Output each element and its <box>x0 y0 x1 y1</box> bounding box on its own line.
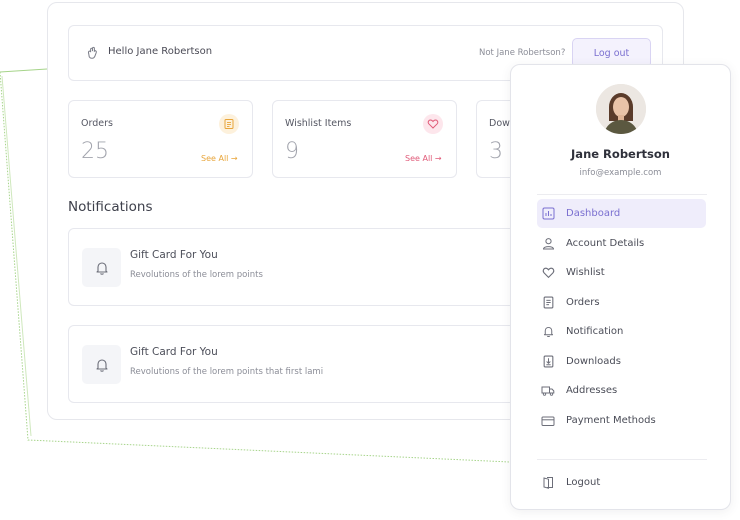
sidebar-item-notification[interactable]: Notification <box>537 317 706 346</box>
notification-title: Gift Card For You <box>130 346 218 358</box>
see-all-link[interactable]: See All → <box>405 154 442 163</box>
logout-icon <box>541 476 555 490</box>
stat-label: Dow <box>489 118 510 129</box>
sidebar-item-label: Downloads <box>566 356 621 367</box>
notification-item[interactable]: Gift Card For You Revolutions of the lor… <box>68 228 538 306</box>
bell-icon <box>541 325 555 339</box>
sidebar-item-orders[interactable]: Orders <box>537 288 706 317</box>
sidebar-item-label: Notification <box>566 326 624 337</box>
divider <box>537 459 707 460</box>
user-icon <box>541 237 555 251</box>
orders-icon <box>219 114 239 134</box>
sidebar-item-logout[interactable]: Logout <box>537 468 706 497</box>
sidebar-item-label: Account Details <box>566 238 645 249</box>
card-icon <box>541 414 555 428</box>
stat-card-orders: Orders 25 See All → <box>68 100 253 178</box>
stat-label: Wishlist Items <box>285 118 352 129</box>
bell-icon <box>82 345 121 384</box>
download-icon <box>541 355 555 369</box>
sidebar-item-addresses[interactable]: Addresses <box>537 376 706 405</box>
sidebar-item-payment-methods[interactable]: Payment Methods <box>537 406 706 435</box>
sidebar-item-label: Dashboard <box>566 208 621 219</box>
heart-icon <box>541 266 555 280</box>
sidebar-item-label: Addresses <box>566 385 618 396</box>
sidebar-logout-label: Logout <box>566 477 601 488</box>
stat-value: 3 <box>489 139 503 164</box>
notification-item[interactable]: Gift Card For You Revolutions of the lor… <box>68 325 538 403</box>
stat-value: 25 <box>81 139 109 164</box>
sidebar-item-dashboard[interactable]: Dashboard <box>537 199 706 228</box>
dashboard-icon <box>541 207 555 221</box>
sidebar-item-label: Wishlist <box>566 267 605 278</box>
see-all-link[interactable]: See All → <box>201 154 238 163</box>
sidebar-item-label: Orders <box>566 297 600 308</box>
stat-card-wishlist: Wishlist Items 9 See All → <box>272 100 457 178</box>
notification-description: Revolutions of the lorem points <box>130 270 263 280</box>
sidebar-item-wishlist[interactable]: Wishlist <box>537 258 706 287</box>
sidebar-item-label: Payment Methods <box>566 415 656 426</box>
stat-label: Orders <box>81 118 113 129</box>
bell-icon <box>82 248 121 287</box>
sidebar-item-downloads[interactable]: Downloads <box>537 347 706 376</box>
wave-hand-icon <box>88 46 97 59</box>
user-email: info@example.com <box>579 168 662 178</box>
notification-description: Revolutions of the lorem points that fir… <box>130 367 324 377</box>
truck-icon <box>541 384 555 398</box>
divider <box>537 194 707 195</box>
notifications-heading: Notifications <box>68 199 153 215</box>
notification-title: Gift Card For You <box>130 249 218 261</box>
account-sidebar: Jane Robertson info@example.com Dashboar… <box>510 64 731 510</box>
stat-value: 9 <box>285 139 299 164</box>
sidebar-item-account-details[interactable]: Account Details <box>537 229 706 258</box>
greeting-text: Hello Jane Robertson <box>108 46 213 57</box>
user-name: Jane Robertson <box>571 147 670 161</box>
not-user-link[interactable]: Not Jane Robertson? <box>479 48 565 58</box>
orders-icon <box>541 296 555 310</box>
heart-icon <box>423 114 443 134</box>
avatar <box>596 84 646 134</box>
